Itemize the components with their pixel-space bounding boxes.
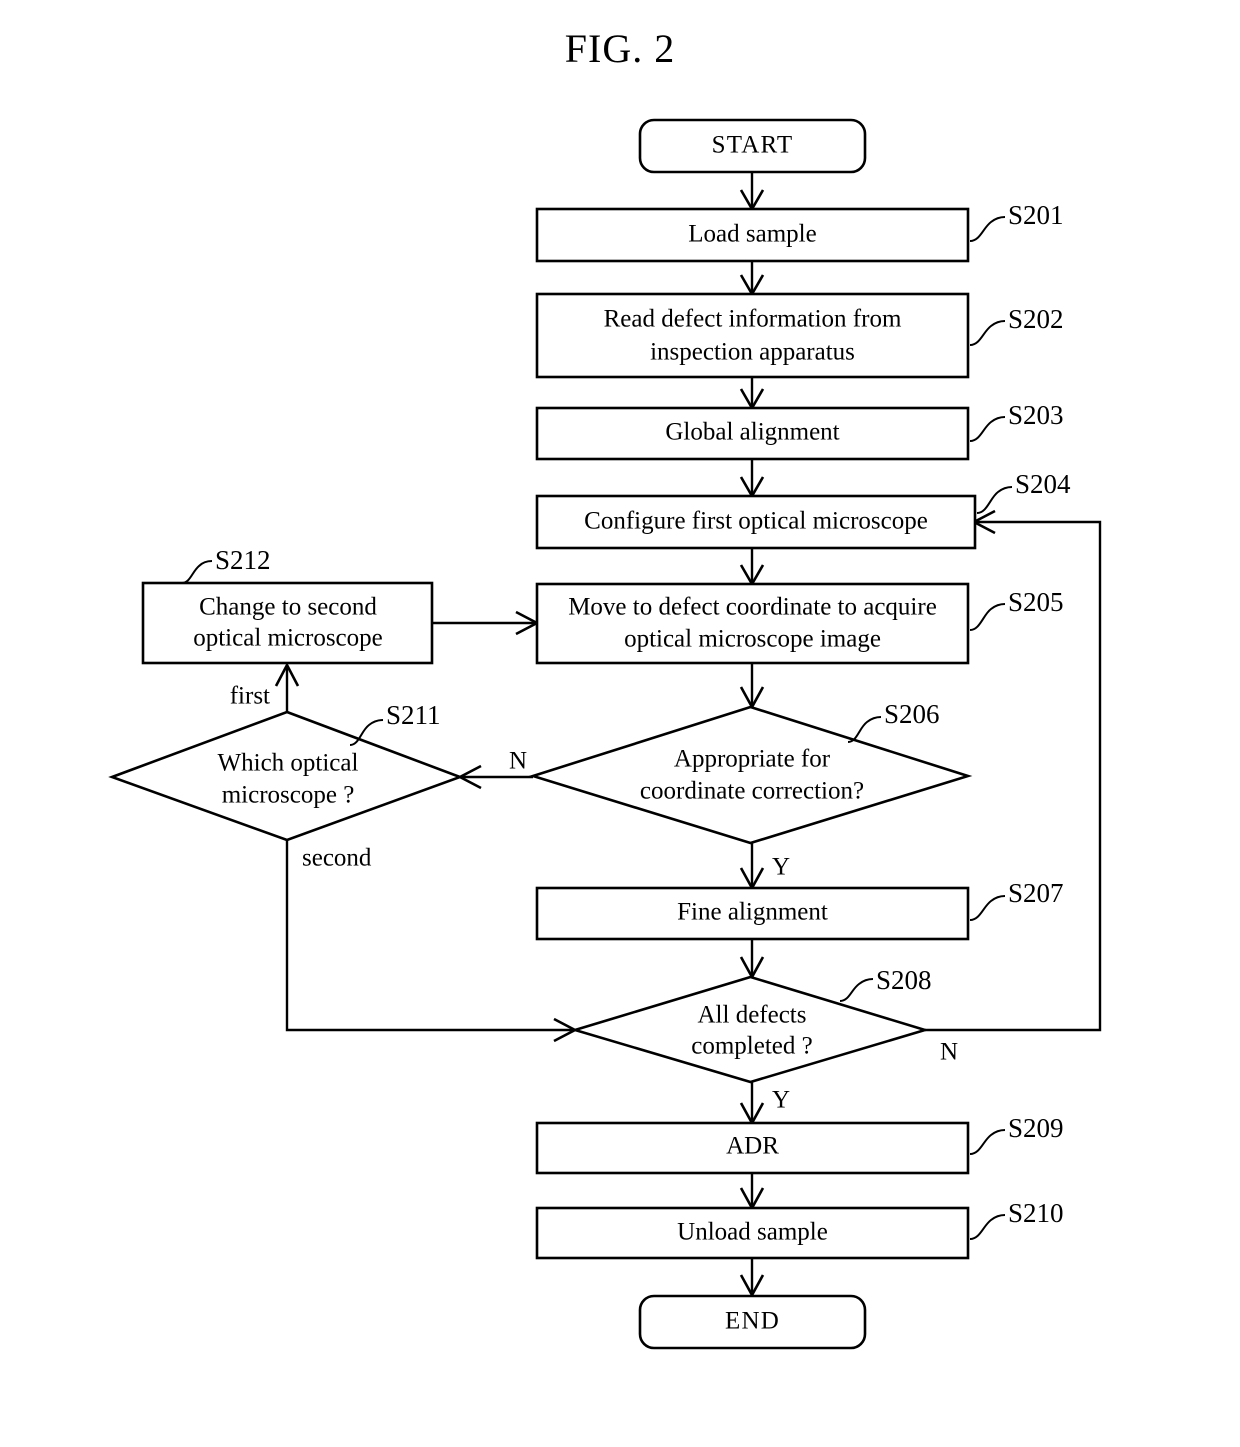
node-s202[interactable]: Read defect information from inspection … (535, 292, 970, 379)
tag-s203-group: S203 (969, 400, 1064, 442)
node-s208-label-line2: completed ? (691, 1033, 812, 1060)
edge-label-s208-yes: Y (772, 1087, 790, 1114)
tag-s209-group: S209 (969, 1113, 1064, 1155)
node-s202-label-line1: Read defect information from (604, 306, 902, 333)
tag-s207: S207 (1008, 878, 1064, 908)
edge-label-s206-yes: Y (772, 854, 790, 881)
tag-s211-group: S211 (349, 700, 441, 746)
flowchart-canvas: FIG. 2 N Y Y N first second START Load s… (108, 26, 1102, 1350)
node-s204-label: Configure first optical microscope (584, 508, 928, 535)
tag-s212: S212 (215, 545, 271, 575)
node-s209[interactable]: ADR (535, 1121, 970, 1175)
tag-s210: S210 (1008, 1198, 1064, 1228)
edge-label-s211-first: first (230, 683, 270, 710)
tag-s203: S203 (1008, 400, 1064, 430)
node-s211-label-line1: Which optical (218, 750, 359, 777)
edge-s201-to-s202 (739, 261, 765, 297)
node-end-label: END (725, 1308, 780, 1335)
tag-s201: S201 (1008, 200, 1064, 230)
edge-s210-to-end (739, 1258, 765, 1298)
node-s207-label: Fine alignment (677, 899, 828, 926)
tag-s206-group: S206 (847, 699, 940, 743)
node-end[interactable]: END (638, 1294, 867, 1350)
edge-s204-to-s205 (739, 548, 765, 587)
edge-s209-to-s210 (739, 1173, 765, 1211)
figure-title: FIG. 2 (565, 26, 675, 71)
node-s208-shape[interactable] (570, 975, 930, 1084)
tag-s206: S206 (884, 699, 940, 729)
tag-s211: S211 (386, 700, 441, 730)
tag-s202: S202 (1008, 304, 1064, 334)
node-s201-label: Load sample (688, 221, 816, 248)
tag-s204: S204 (1015, 469, 1071, 499)
node-s212-label-line1: Change to second (199, 594, 377, 621)
tag-s207-group: S207 (969, 878, 1064, 921)
node-s211[interactable]: Which optical microscope ? (108, 710, 464, 842)
tag-s212-group: S212 (181, 545, 271, 584)
tag-s205: S205 (1008, 587, 1064, 617)
node-s210[interactable]: Unload sample (535, 1206, 970, 1260)
tag-s201-group: S201 (969, 200, 1064, 242)
edge-label-s206-no: N (509, 748, 527, 775)
node-s203[interactable]: Global alignment (535, 406, 970, 461)
node-s210-label: Unload sample (677, 1219, 828, 1246)
tag-s205-group: S205 (969, 587, 1064, 631)
node-s202-label-line2: inspection apparatus (650, 339, 855, 366)
node-s203-label: Global alignment (665, 419, 839, 446)
node-s206-label-line2: coordinate correction? (640, 778, 864, 805)
edge-s203-to-s204 (739, 459, 765, 499)
edge-s206-yes-to-s207 (739, 843, 765, 891)
edge-s212-to-s205 (432, 610, 540, 636)
edge-s205-to-s206 (739, 663, 765, 710)
node-s205-label-line1: Move to defect coordinate to acquire (568, 594, 937, 621)
figure-root: FIG. 2 N Y Y N first second START Load s… (0, 0, 1240, 1447)
node-s208-label-line1: All defects (698, 1002, 807, 1029)
tag-s204-group: S204 (976, 469, 1071, 514)
node-s205-label-line2: optical microscope image (624, 626, 881, 653)
node-s212[interactable]: Change to second optical microscope (141, 581, 434, 665)
node-s209-label: ADR (726, 1133, 779, 1160)
tag-s208: S208 (876, 965, 932, 995)
node-s204[interactable]: Configure first optical microscope (535, 494, 977, 550)
node-s212-label-line2: optical microscope (193, 625, 383, 652)
node-s206-label-line1: Appropriate for (674, 746, 831, 773)
node-s207[interactable]: Fine alignment (535, 886, 970, 941)
edge-s208-yes-to-s209 (739, 1082, 765, 1126)
node-s211-label-line2: microscope ? (222, 782, 355, 809)
edge-s207-to-s208 (739, 939, 765, 980)
tag-s210-group: S210 (969, 1198, 1064, 1240)
node-s205[interactable]: Move to defect coordinate to acquire opt… (535, 582, 970, 665)
edge-label-s211-second: second (302, 845, 372, 872)
node-start-label: START (712, 132, 794, 159)
node-start[interactable]: START (638, 118, 867, 174)
node-s208[interactable]: All defects completed ? (570, 975, 930, 1084)
tag-s209: S209 (1008, 1113, 1064, 1143)
tag-s202-group: S202 (969, 304, 1064, 346)
edge-label-s208-no: N (940, 1039, 958, 1066)
tag-s208-group: S208 (839, 965, 932, 1002)
edge-start-to-s201 (739, 172, 765, 212)
edge-s202-to-s203 (739, 377, 765, 411)
node-s201[interactable]: Load sample (535, 207, 970, 263)
